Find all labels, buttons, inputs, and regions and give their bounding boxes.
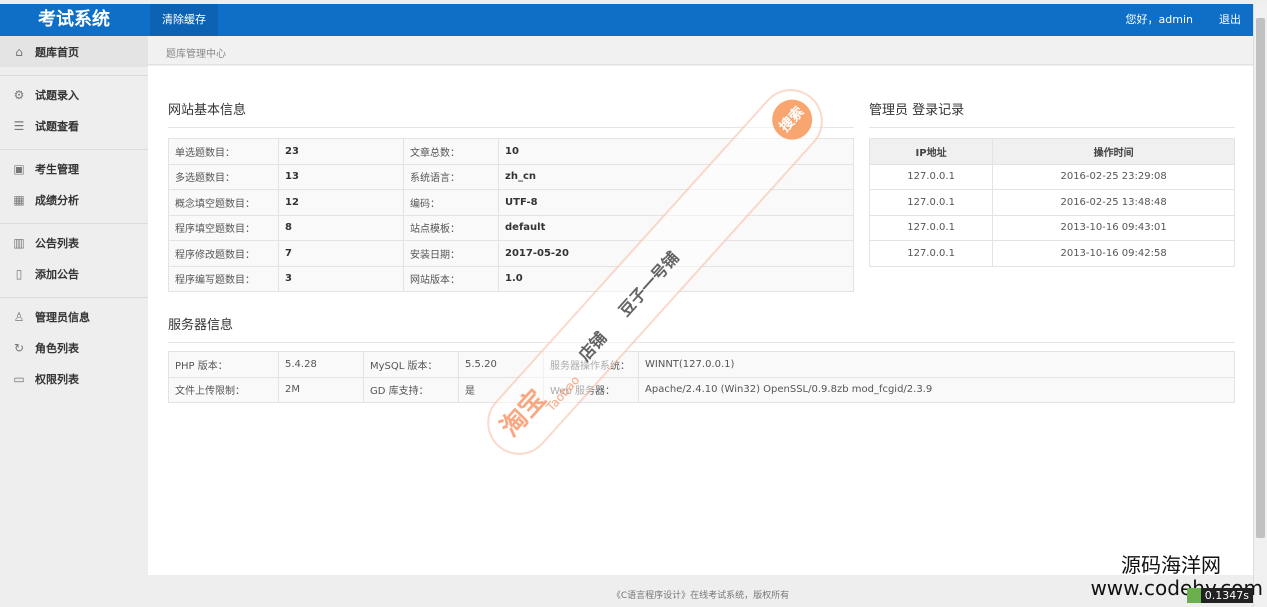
home-icon: ⌂ (15, 44, 23, 59)
table-row: 127.0.0.1 2016-02-25 23:29:08 (868, 163, 1235, 190)
sidebar-item-label: 角色列表 (35, 341, 79, 355)
table-row: PHP 版本： 5.4.28 MySQL 版本： 5.5.20 服务器操作系统： WINN… (168, 351, 1235, 378)
sidebar-item-question-view[interactable]: ☰ 试题查看 (0, 110, 148, 141)
site-info-title: 网站基本信息 (168, 99, 854, 128)
sidebar-item-label: 试题查看 (35, 119, 79, 133)
table-row: 文件上传限制： 2M GD 库支持：是 Web 服务器： Apache/2.4.10 (… (168, 376, 1235, 403)
sidebar-item-label: 添加公告 (35, 267, 79, 281)
sidebar-item-announcement-list[interactable]: ▥ 公告列表 (0, 227, 148, 258)
server-info-table: PHP 版本： 5.4.28 MySQL 版本： 5.5.20 服务器操作系统： WINN… (168, 351, 1235, 403)
table-row: 127.0.0.1 2013-10-16 09:43:01 (868, 214, 1235, 241)
site-info-table: 单选题数目： 23 文章总数： 10 多选题数目： 13 系统语言： zh_cn 概念填空题… (168, 138, 854, 292)
sidebar: ⌂ 题库首页 ⚙ 试题录入 ☰ 试题查看 ▣ 考生管理 ▦ 成绩分析 ▥ 公告列表 ▯ 添加公… (0, 36, 148, 607)
breadcrumb-bar: 题库管理中心 (148, 36, 1253, 65)
sidebar-item-label: 管理员信息 (35, 310, 90, 324)
footer-copyright: 《C语言程序设计》在线考试系统，版权所有 (611, 591, 790, 601)
sidebar-item-add-announcement[interactable]: ▯ 添加公告 (0, 258, 148, 289)
breadcrumb[interactable]: 题库管理中心 (166, 45, 226, 60)
grid-icon: ▣ (13, 161, 25, 176)
scrollbar[interactable] (1253, 4, 1267, 607)
main-content: 网站基本信息 单选题数目： 23 文章总数： 10 多选题数目： 13 系统语言： zh_c… (148, 66, 1253, 575)
sidebar-item-admin-info[interactable]: ♙ 管理员信息 (0, 301, 148, 332)
sidebar-item-label: 权限列表 (35, 372, 79, 386)
sidebar-item-label: 试题录入 (35, 88, 79, 102)
apps-icon: ▦ (13, 192, 25, 207)
table-row: 单选题数目： 23 文章总数： 10 (168, 138, 854, 165)
table-header-row: IP地址 操作时间 (868, 138, 1235, 165)
sidebar-item-examinee-management[interactable]: ▣ 考生管理 (0, 153, 148, 184)
page-icon: ▯ (15, 266, 23, 281)
divider (0, 67, 148, 76)
table-row: 程序修改题数目： 7 安装日期： 2017-05-20 (168, 240, 854, 267)
logout-link[interactable]: 退出 (1219, 4, 1241, 36)
login-log-table: IP地址 操作时间 127.0.0.1 2016-02-25 23:29:08 12… (868, 138, 1235, 267)
sidebar-item-role-list[interactable]: ↻ 角色列表 (0, 332, 148, 363)
divider (0, 215, 148, 224)
server-info-title: 服务器信息 (168, 314, 1235, 343)
table-row: 程序编写题数目： 3 网站版本： 1.0 (168, 265, 854, 292)
user-icon: ♙ (13, 309, 25, 324)
app-title[interactable]: 考试系统 (0, 4, 148, 36)
document-icon: ☰ (13, 118, 25, 133)
monitor-icon: ▭ (13, 371, 25, 386)
divider (0, 289, 148, 298)
login-log-title: 管理员 登录记录 (869, 99, 1235, 128)
sidebar-item-question-entry[interactable]: ⚙ 试题录入 (0, 79, 148, 110)
book-icon: ▥ (13, 235, 25, 250)
gear-icon: ⚙ (13, 87, 25, 102)
sidebar-item-permission-list[interactable]: ▭ 权限列表 (0, 363, 148, 394)
scrollbar-thumb[interactable] (1256, 18, 1265, 538)
table-row: 概念填空题数目： 12 编码： UTF-8 (168, 189, 854, 216)
sidebar-item-label: 考生管理 (35, 162, 79, 176)
table-row: 程序填空题数目： 8 站点模板： default (168, 214, 854, 241)
top-bar: 考试系统 清除缓存 您好，admin 退出 (0, 4, 1253, 36)
clear-cache-button[interactable]: 清除缓存 (150, 4, 218, 36)
user-greeting: 您好，admin (1125, 13, 1193, 26)
table-row: 127.0.0.1 2016-02-25 13:48:48 (868, 189, 1235, 216)
refresh-icon: ↻ (13, 340, 25, 355)
sidebar-item-label: 题库首页 (35, 45, 79, 59)
site-watermark-name: 源码海洋网 (1121, 553, 1221, 577)
table-row: 多选题数目： 13 系统语言： zh_cn (168, 163, 854, 190)
sidebar-item-label: 公告列表 (35, 236, 79, 250)
sidebar-item-score-analysis[interactable]: ▦ 成绩分析 (0, 184, 148, 215)
sidebar-item-question-bank-home[interactable]: ⌂ 题库首页 (0, 36, 148, 67)
table-row: 127.0.0.1 2013-10-16 09:42:58 (868, 240, 1235, 267)
sidebar-item-label: 成绩分析 (35, 193, 79, 207)
page-timer-badge: 0.1347s (1186, 588, 1253, 603)
divider (0, 141, 148, 150)
